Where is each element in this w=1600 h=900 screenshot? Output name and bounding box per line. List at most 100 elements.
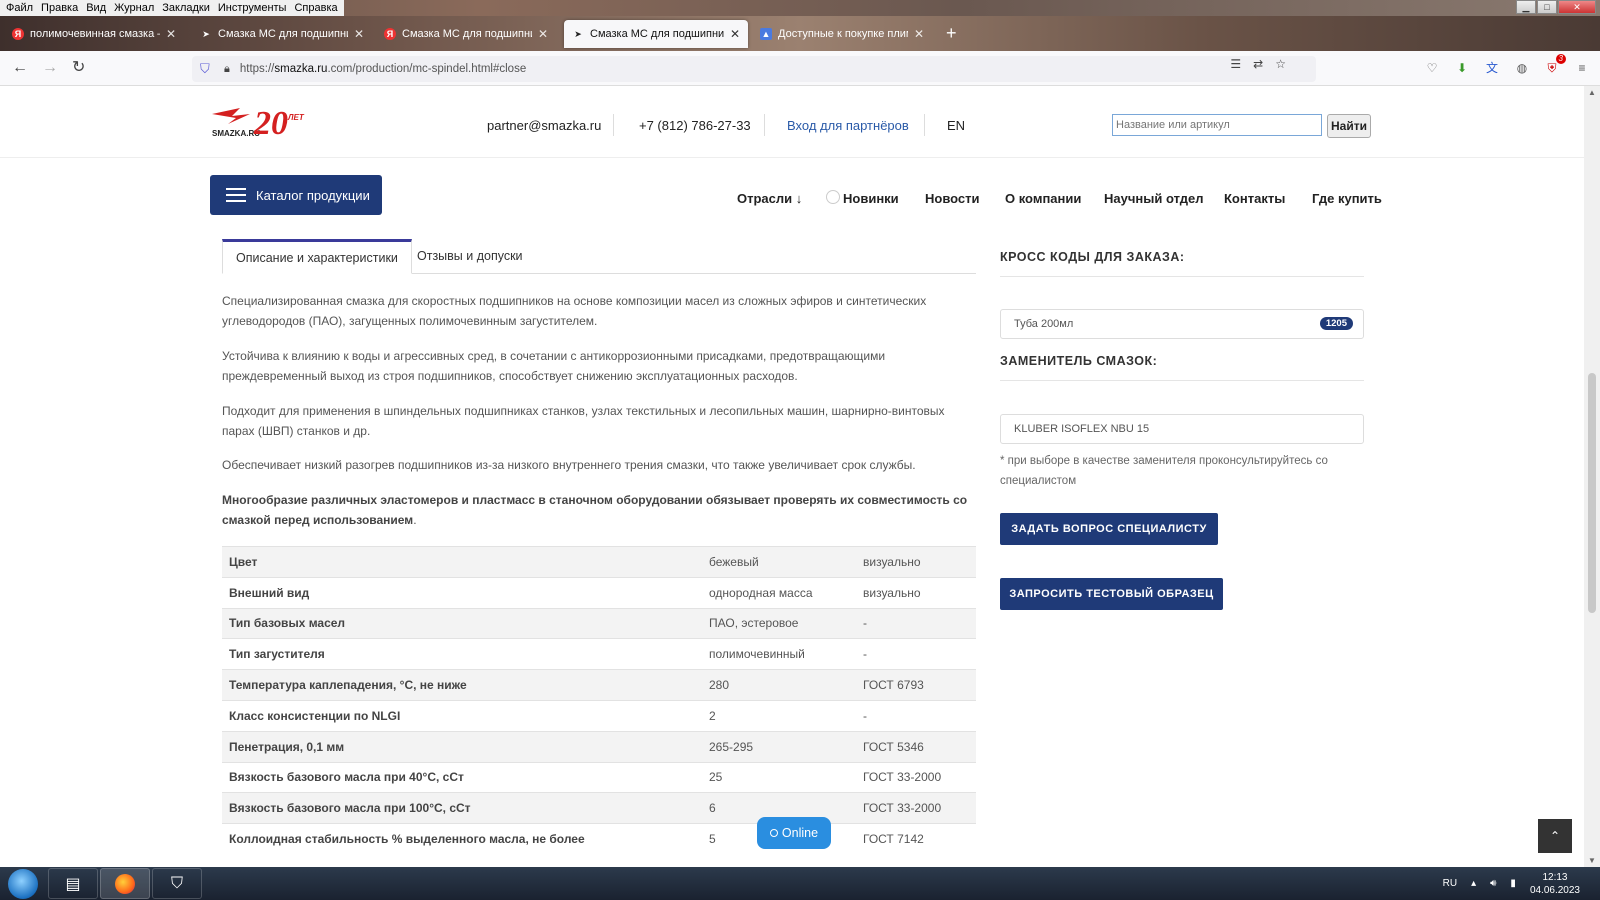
email-link[interactable]: partner@smazka.ru [487,118,601,133]
close-tab-icon[interactable]: ✕ [166,27,176,41]
menu-edit[interactable]: Правка [37,0,82,16]
clock[interactable]: 12:13 04.06.2023 [1530,871,1580,897]
menu-history[interactable]: Журнал [110,0,158,16]
search-input[interactable] [1112,114,1322,136]
property-value: бежевый [702,546,856,578]
property-name: Пенетрация, 0,1 мм [222,730,702,763]
search-button[interactable]: Найти [1327,114,1371,138]
firefox-icon[interactable] [100,868,150,899]
partner-login-link[interactable]: Вход для партнёров [787,118,909,133]
start-button[interactable] [8,869,38,899]
divider [1000,276,1364,277]
nav-where-to-buy[interactable]: Где купить [1312,191,1382,206]
browser-tab-5[interactable]: ▲ Доступные к покупке плимоч... ✕ [752,20,932,48]
property-value: однородная масса [702,576,856,609]
nav-science[interactable]: Научный отдел [1104,191,1204,206]
app-menu-icon[interactable]: ≡ [1574,60,1590,76]
scrollbar-thumb[interactable] [1588,373,1596,613]
online-chat-button[interactable]: Online [757,817,831,849]
forward-icon[interactable]: → [42,59,58,77]
minimize-button[interactable]: ▁ [1516,0,1536,14]
properties-table: Цвет бежевый визуально Внешний вид однородна… [222,546,976,855]
reader-view-icon[interactable]: ☰ [1230,57,1241,71]
scroll-to-top-button[interactable]: ⌃ [1538,819,1572,853]
browser-tab-active[interactable]: ➤ Смазка МС для подшипников ✕ [564,20,748,48]
windows-taskbar: ▤ ⛉ RU ▴ 🔊︎ ▮ 12:13 04.06.2023 [0,867,1600,900]
close-tab-icon[interactable]: ✕ [730,27,740,41]
page-scrollbar[interactable]: ▲ ▼ [1584,86,1600,867]
menu-file[interactable]: Файл [2,0,37,16]
phone-link[interactable]: +7 (812) 786-27-33 [639,118,751,133]
replacement-item[interactable]: KLUBER ISOFLEX NBU 15 [1000,414,1364,444]
language-indicator[interactable]: RU [1443,878,1457,889]
property-method: визуально [856,546,976,578]
site-logo[interactable]: SMAZKA.RU 20 ЛЕТ [210,100,306,142]
address-bar[interactable]: ⛉ 🔒︎ https://smazka.ru.com/production/mc… [192,56,1316,82]
web-page: SMAZKA.RU 20 ЛЕТ partner@smazka.ru +7 (8… [0,86,1584,867]
nav-industries[interactable]: Отрасли ↓ [737,191,802,206]
maximize-button[interactable]: □ [1537,0,1557,14]
menu-bookmarks[interactable]: Закладки [158,0,214,16]
nav-new[interactable]: Новинки [843,191,899,206]
adblock-icon[interactable]: ⛨ 3 [1544,54,1566,76]
cross-code-item[interactable]: Туба 200мл 1205 [1000,309,1364,339]
svg-text:SMAZKA.RU: SMAZKA.RU [212,129,260,138]
reload-icon[interactable]: ↻ [72,59,85,77]
tab-description[interactable]: Описание и характеристики [222,239,412,274]
browser-tab-1[interactable]: Я полимочевинная смазка — Ян... ✕ [4,20,184,48]
nav-contacts[interactable]: Контакты [1224,191,1285,206]
catalog-button[interactable]: Каталог продукции [210,175,382,215]
property-method: - [856,607,976,639]
scroll-down-icon[interactable]: ▼ [1588,856,1596,865]
window-titlebar: Файл Правка Вид Журнал Закладки Инструме… [0,0,1600,16]
menu-help[interactable]: Справка [290,0,341,16]
property-name: Температура каплепадения, °С, не ниже [222,669,702,701]
back-icon[interactable]: ← [12,59,28,77]
menu-bar: Файл Правка Вид Журнал Закладки Инструме… [0,0,344,16]
vpn-globe-icon[interactable]: ◍ [1514,60,1530,76]
download-icon[interactable]: ⬇ [1454,60,1470,76]
description-paragraph: Устойчива к влиянию к воды и агрессивных… [222,349,886,383]
yandex-icon: Я [384,28,396,40]
drop-icon: ▲ [760,28,772,40]
property-row: Вязкость базового масла при 100°С, сСт 6 Г… [222,792,976,824]
tab-reviews[interactable]: Отзывы и допуски [404,239,536,274]
hamburger-icon [226,188,246,202]
browser-tab-3[interactable]: Я Смазка МС для подшипников ✕ [376,20,556,48]
divider [764,114,765,136]
translator-icon[interactable]: 文 [1484,60,1500,76]
explorer-icon[interactable]: ▤ [48,868,98,899]
smazka-icon: ➤ [202,28,210,39]
request-sample-button[interactable]: ЗАПРОСИТЬ ТЕСТОВЫЙ ОБРАЗЕЦ [1000,578,1223,610]
nav-news[interactable]: Новости [925,191,980,206]
close-tab-icon[interactable]: ✕ [914,27,924,41]
language-switch[interactable]: EN [947,118,965,133]
close-tab-icon[interactable]: ✕ [354,27,364,41]
property-name: Тип базовых масел [222,607,702,639]
menu-tools[interactable]: Инструменты [214,0,291,16]
nav-about[interactable]: О компании [1005,191,1081,206]
browser-tab-2[interactable]: ➤ Смазка МС для подшипников ✕ [192,20,372,48]
new-tab-icon[interactable]: + [946,24,957,42]
network-icon[interactable]: ▮ [1510,878,1516,889]
menu-view[interactable]: Вид [82,0,110,16]
volume-icon[interactable]: 🔊︎ [1490,878,1496,889]
pocket-icon[interactable]: ♡ [1424,60,1440,76]
translate-icon[interactable]: ⇄ [1253,57,1263,71]
property-row: Температура каплепадения, °С, не ниже 280… [222,669,976,701]
ask-specialist-button[interactable]: ЗАДАТЬ ВОПРОС СПЕЦИАЛИСТУ [1000,513,1218,545]
yandex-icon: Я [12,28,24,40]
close-tab-icon[interactable]: ✕ [538,27,548,41]
scroll-up-icon[interactable]: ▲ [1588,88,1596,97]
close-window-button[interactable]: ✕ [1558,0,1596,14]
property-value: 265-295 [702,730,856,763]
description-paragraph: Подходит для применения в шпиндельных по… [222,404,945,438]
property-value: 25 [702,761,856,793]
property-value: полимочевинный [702,638,856,670]
tracking-shield-icon[interactable]: ⛉ [200,62,212,76]
game-shield-icon[interactable]: ⛉ [152,868,202,899]
lock-icon[interactable]: 🔒︎ [224,63,230,76]
bookmark-star-icon[interactable]: ☆ [1275,57,1286,71]
tray-expand-icon[interactable]: ▴ [1471,878,1476,889]
cross-codes-title: КРОСС КОДЫ ДЛЯ ЗАКАЗА: [1000,250,1185,264]
